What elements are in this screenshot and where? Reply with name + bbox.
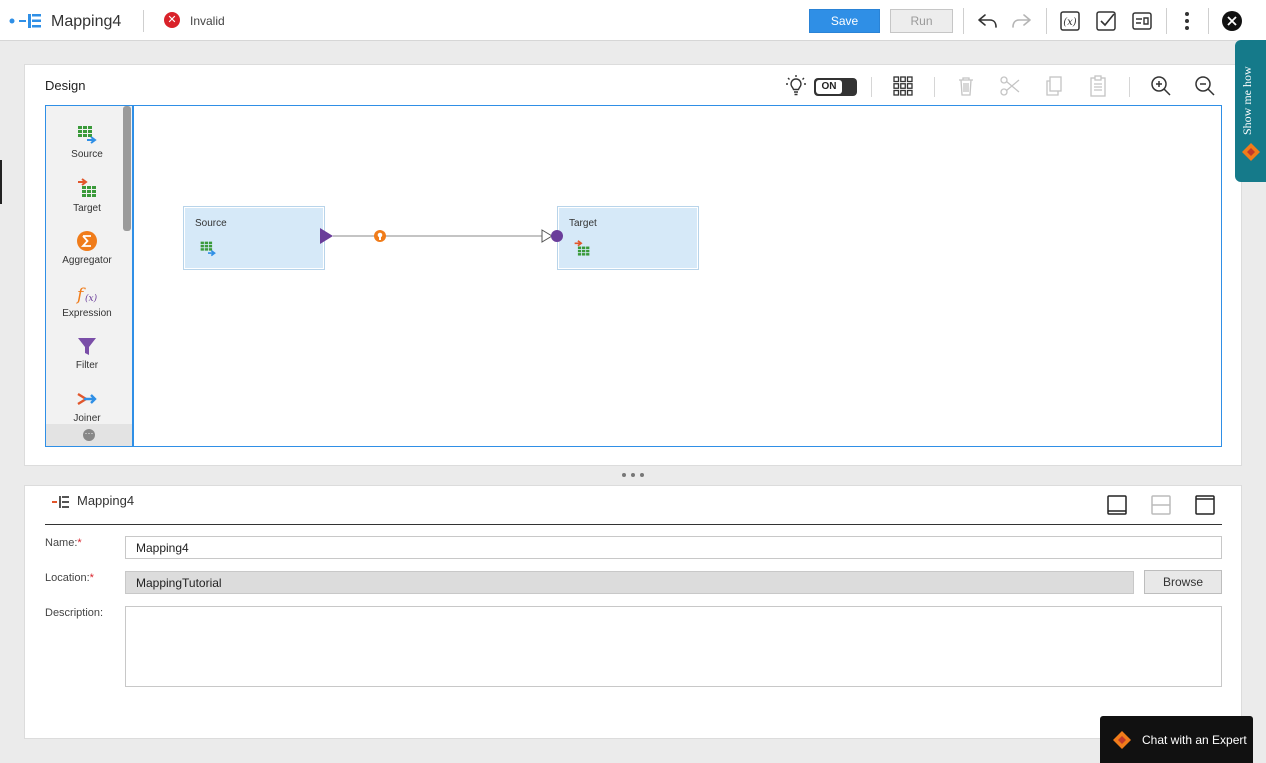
joiner-icon: [77, 392, 97, 406]
description-field[interactable]: [125, 606, 1222, 687]
design-title: Design: [45, 78, 86, 93]
input-port-icon: [551, 230, 563, 242]
svg-text:(x): (x): [85, 293, 98, 304]
palette-label: Source: [71, 149, 103, 160]
filter-icon: [78, 338, 96, 355]
validate-icon[interactable]: [1094, 9, 1118, 33]
palette-label: Target: [73, 203, 101, 214]
divider: [143, 10, 144, 32]
divider: [963, 8, 964, 34]
divider: [1046, 8, 1047, 34]
target-icon: [574, 240, 590, 256]
divider: [1166, 8, 1167, 34]
close-icon[interactable]: [1220, 9, 1244, 33]
divider: [45, 524, 1222, 525]
palette-label: Filter: [75, 360, 99, 371]
mapping-logo-icon: [9, 14, 41, 28]
source-icon: [200, 241, 216, 257]
properties-title: Mapping4: [77, 493, 135, 508]
arrange-grid-icon[interactable]: [891, 74, 915, 98]
layout-split-icon[interactable]: [1150, 494, 1172, 516]
palette-label: Expression: [62, 308, 112, 319]
aggregator-icon: [77, 231, 97, 251]
invalid-status-icon: ✕: [164, 12, 180, 28]
properties-panel: Mapping4 Name:* Mapping4 Location:* Mapp…: [24, 485, 1242, 739]
more-icon: ···: [83, 429, 95, 441]
name-label-text: Name:: [45, 537, 78, 549]
mapping-title: Mapping4: [51, 13, 122, 30]
divider: [871, 77, 872, 97]
name-label: Name:*: [45, 537, 82, 549]
zoom-out-icon[interactable]: [1193, 74, 1217, 98]
divider: [934, 77, 935, 97]
redo-icon[interactable]: [1010, 9, 1034, 33]
location-label: Location:*: [45, 572, 94, 584]
description-label: Description:: [45, 607, 104, 619]
paste-icon[interactable]: [1086, 74, 1110, 98]
divider: [1208, 8, 1209, 34]
informatica-logo-icon: [1113, 731, 1131, 749]
target-node[interactable]: Target: [557, 206, 699, 270]
panel-resize-handle[interactable]: [620, 472, 648, 478]
save-button[interactable]: Save: [809, 9, 880, 33]
informatica-logo-icon: [1242, 143, 1260, 161]
window-edge: [0, 160, 2, 204]
top-bar: Mapping4 ✕ Invalid Save Run (x): [0, 0, 1266, 41]
arrow-icon: [541, 229, 553, 243]
show-me-how-label: Show me how: [1240, 66, 1254, 135]
location-label-text: Location:: [45, 572, 90, 584]
source-node[interactable]: Source: [183, 206, 325, 270]
auto-arrange-toggle[interactable]: ON: [814, 78, 857, 96]
palette-item-joiner[interactable]: Joiner: [46, 388, 128, 424]
palette-more[interactable]: ···: [46, 424, 132, 446]
parameters-icon[interactable]: (x): [1058, 9, 1082, 33]
toggle-label: ON: [816, 80, 842, 94]
layout-bottom-icon[interactable]: [1106, 494, 1128, 516]
palette-label: Joiner: [73, 413, 101, 424]
mapping-canvas[interactable]: Source Target: [132, 105, 1222, 447]
palette-item-filter[interactable]: Filter: [46, 335, 128, 371]
run-button[interactable]: Run: [890, 9, 953, 33]
more-icon[interactable]: [1175, 9, 1199, 33]
palette-item-aggregator[interactable]: Aggregator: [46, 230, 128, 266]
status-label: Invalid: [190, 14, 225, 28]
link-line[interactable]: [320, 222, 570, 252]
show-me-how-tab[interactable]: Show me how: [1235, 40, 1266, 182]
location-field: MappingTutorial: [125, 571, 1134, 594]
lightbulb-icon[interactable]: [784, 74, 808, 98]
chat-label: Chat with an Expert: [1142, 733, 1247, 747]
delete-icon[interactable]: [954, 74, 978, 98]
palette-item-target[interactable]: Target: [46, 178, 128, 214]
node-label: Source: [195, 218, 227, 229]
transformation-palette: Source Target Aggregator f (x) Expressio…: [45, 105, 133, 447]
target-icon: [78, 178, 96, 197]
design-panel: Design ON Source Target Aggregator f (x)…: [24, 64, 1242, 466]
mapping-logo-icon: [52, 496, 69, 508]
name-field[interactable]: Mapping4: [125, 536, 1222, 559]
layout-top-icon[interactable]: [1194, 494, 1216, 516]
undo-icon[interactable]: [975, 9, 999, 33]
properties-icon[interactable]: [1130, 9, 1154, 33]
chat-with-expert-button[interactable]: Chat with an Expert: [1100, 716, 1253, 763]
palette-label: Aggregator: [62, 255, 112, 266]
palette-item-source[interactable]: Source: [46, 124, 128, 160]
node-label: Target: [569, 218, 597, 229]
expression-icon: f (x): [76, 285, 98, 305]
output-port-icon: [320, 228, 333, 244]
required-marker: *: [89, 572, 94, 584]
svg-text:(x): (x): [1063, 17, 1077, 28]
divider: [1129, 77, 1130, 97]
browse-button[interactable]: Browse: [1144, 570, 1222, 594]
source-icon: [78, 126, 97, 144]
palette-item-expression[interactable]: f (x) Expression: [46, 283, 128, 319]
required-marker: *: [77, 537, 82, 549]
zoom-in-icon[interactable]: [1149, 74, 1173, 98]
copy-icon[interactable]: [1042, 74, 1066, 98]
cut-icon[interactable]: [998, 74, 1022, 98]
